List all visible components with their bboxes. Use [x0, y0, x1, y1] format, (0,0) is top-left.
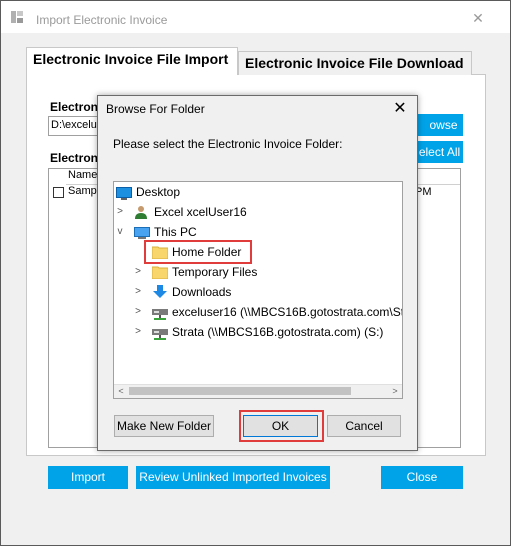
folder-icon [151, 265, 169, 280]
dialog-close-icon[interactable]: ✕ [390, 99, 410, 119]
computer-icon [134, 226, 150, 240]
user-icon [134, 205, 150, 219]
scroll-right-icon[interactable]: > [388, 384, 402, 398]
desktop-icon [116, 186, 132, 200]
tab-file-download[interactable]: Electronic Invoice File Download [238, 51, 472, 75]
highlight-ok-button [239, 410, 324, 442]
tree-label-user: Excel xcelUser16 [154, 205, 247, 219]
outer-window-title: Import Electronic Invoice [36, 13, 168, 27]
import-button[interactable]: Import [48, 466, 128, 489]
scrollbar-thumb[interactable] [129, 387, 351, 395]
scroll-left-icon[interactable]: < [114, 384, 128, 398]
highlight-home-folder [144, 240, 252, 264]
chevron-right-icon[interactable]: > [132, 302, 144, 322]
tab-file-import[interactable]: Electronic Invoice File Import [26, 47, 238, 75]
dialog-title: Browse For Folder [106, 102, 205, 116]
chevron-right-icon[interactable]: > [114, 202, 126, 222]
tree-label-strata-drive: Strata (\\MBCS16B.gotostrata.com) (S:) [172, 325, 384, 339]
tree-label-downloads: Downloads [172, 285, 232, 299]
review-unlinked-button[interactable]: Review Unlinked Imported Invoices [136, 466, 330, 489]
tree-label-this-pc: This PC [154, 225, 197, 239]
file-row-checkbox[interactable] [53, 187, 64, 198]
app-icon [10, 10, 24, 24]
make-new-folder-button[interactable]: Make New Folder [114, 415, 214, 437]
network-drive-icon [152, 326, 168, 340]
tree-label-desktop: Desktop [136, 185, 181, 199]
chevron-right-icon[interactable]: > [132, 322, 144, 342]
download-icon [152, 285, 168, 299]
file-row-name: Samp [68, 185, 97, 197]
dialog-prompt: Please select the Electronic Invoice Fol… [113, 137, 343, 151]
outer-close-icon[interactable]: ✕ [466, 8, 490, 28]
chevron-down-icon[interactable]: v [114, 222, 126, 242]
tree-item-exceluser16-drive[interactable]: exceluser16 (\\MBCS16B.gotostrata.com\St… [152, 302, 402, 322]
close-button[interactable]: Close [381, 466, 463, 489]
chevron-right-icon[interactable]: > [132, 282, 144, 302]
network-drive-icon [152, 306, 168, 320]
cancel-button[interactable]: Cancel [327, 415, 401, 437]
chevron-right-icon[interactable]: > [132, 262, 144, 282]
tree-label-temporary-files: Temporary Files [172, 265, 258, 279]
tree-label-exceluser16-drive: exceluser16 (\\MBCS16B.gotostrata.com\St… [172, 305, 402, 319]
